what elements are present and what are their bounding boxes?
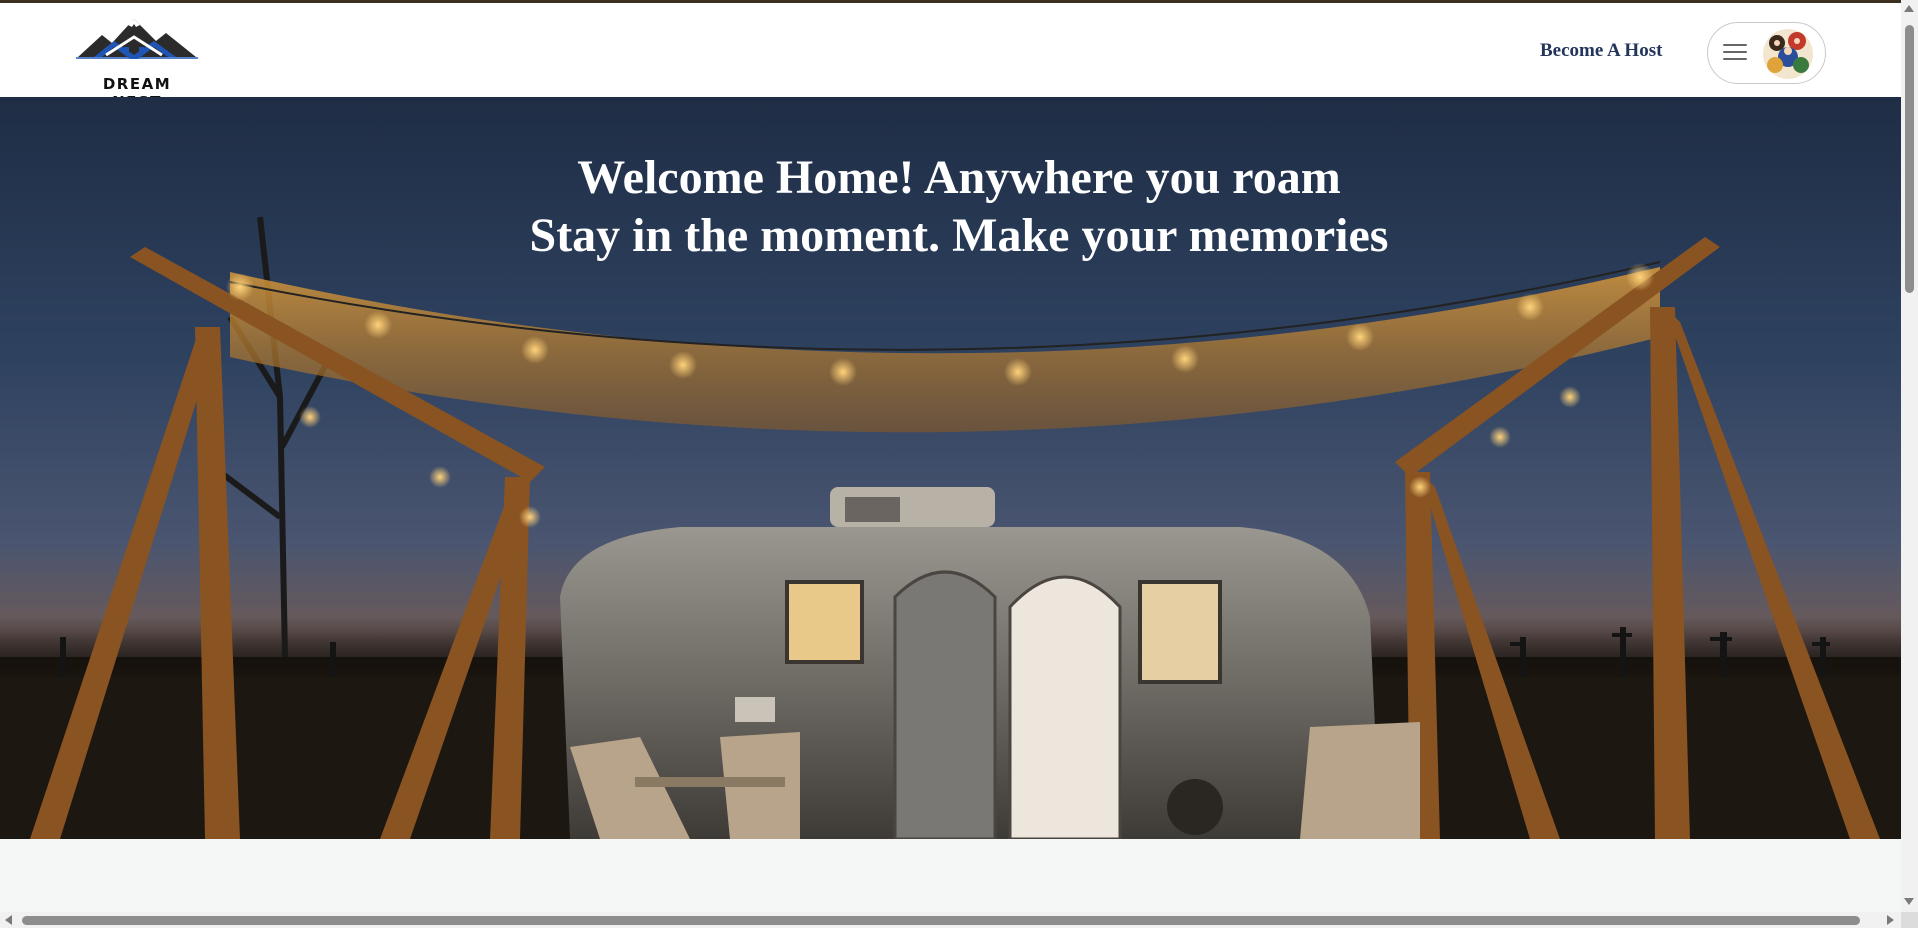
scroll-up-arrow-icon[interactable] <box>1904 5 1914 12</box>
navbar: DREAM NEST Become A Host <box>0 3 1901 111</box>
scroll-right-arrow-icon[interactable] <box>1887 915 1894 925</box>
hamburger-menu-icon <box>1723 44 1747 62</box>
account-menu-button[interactable] <box>1707 22 1826 84</box>
content-area <box>0 839 1901 912</box>
user-avatar <box>1763 29 1813 79</box>
vertical-scrollbar[interactable] <box>1901 0 1918 912</box>
hero-line-1: Welcome Home! Anywhere you roam <box>577 151 1341 204</box>
become-host-link[interactable]: Become A Host <box>1540 40 1662 62</box>
hero-line-2: Stay in the moment. Make your memories <box>529 209 1389 262</box>
brand-logo[interactable]: DREAM NEST <box>76 15 198 111</box>
scroll-down-arrow-icon[interactable] <box>1904 898 1914 905</box>
horizontal-scroll-thumb[interactable] <box>22 916 1860 925</box>
hero-heading: Welcome Home! Anywhere you roam Stay in … <box>0 149 1901 265</box>
hero-banner: Welcome Home! Anywhere you roam Stay in … <box>0 97 1901 839</box>
scrollbar-corner <box>1901 912 1918 928</box>
horizontal-scrollbar[interactable] <box>0 912 1901 928</box>
mountain-house-logo-icon <box>76 19 198 59</box>
scroll-left-arrow-icon[interactable] <box>5 915 12 925</box>
vertical-scroll-thumb[interactable] <box>1905 25 1914 293</box>
